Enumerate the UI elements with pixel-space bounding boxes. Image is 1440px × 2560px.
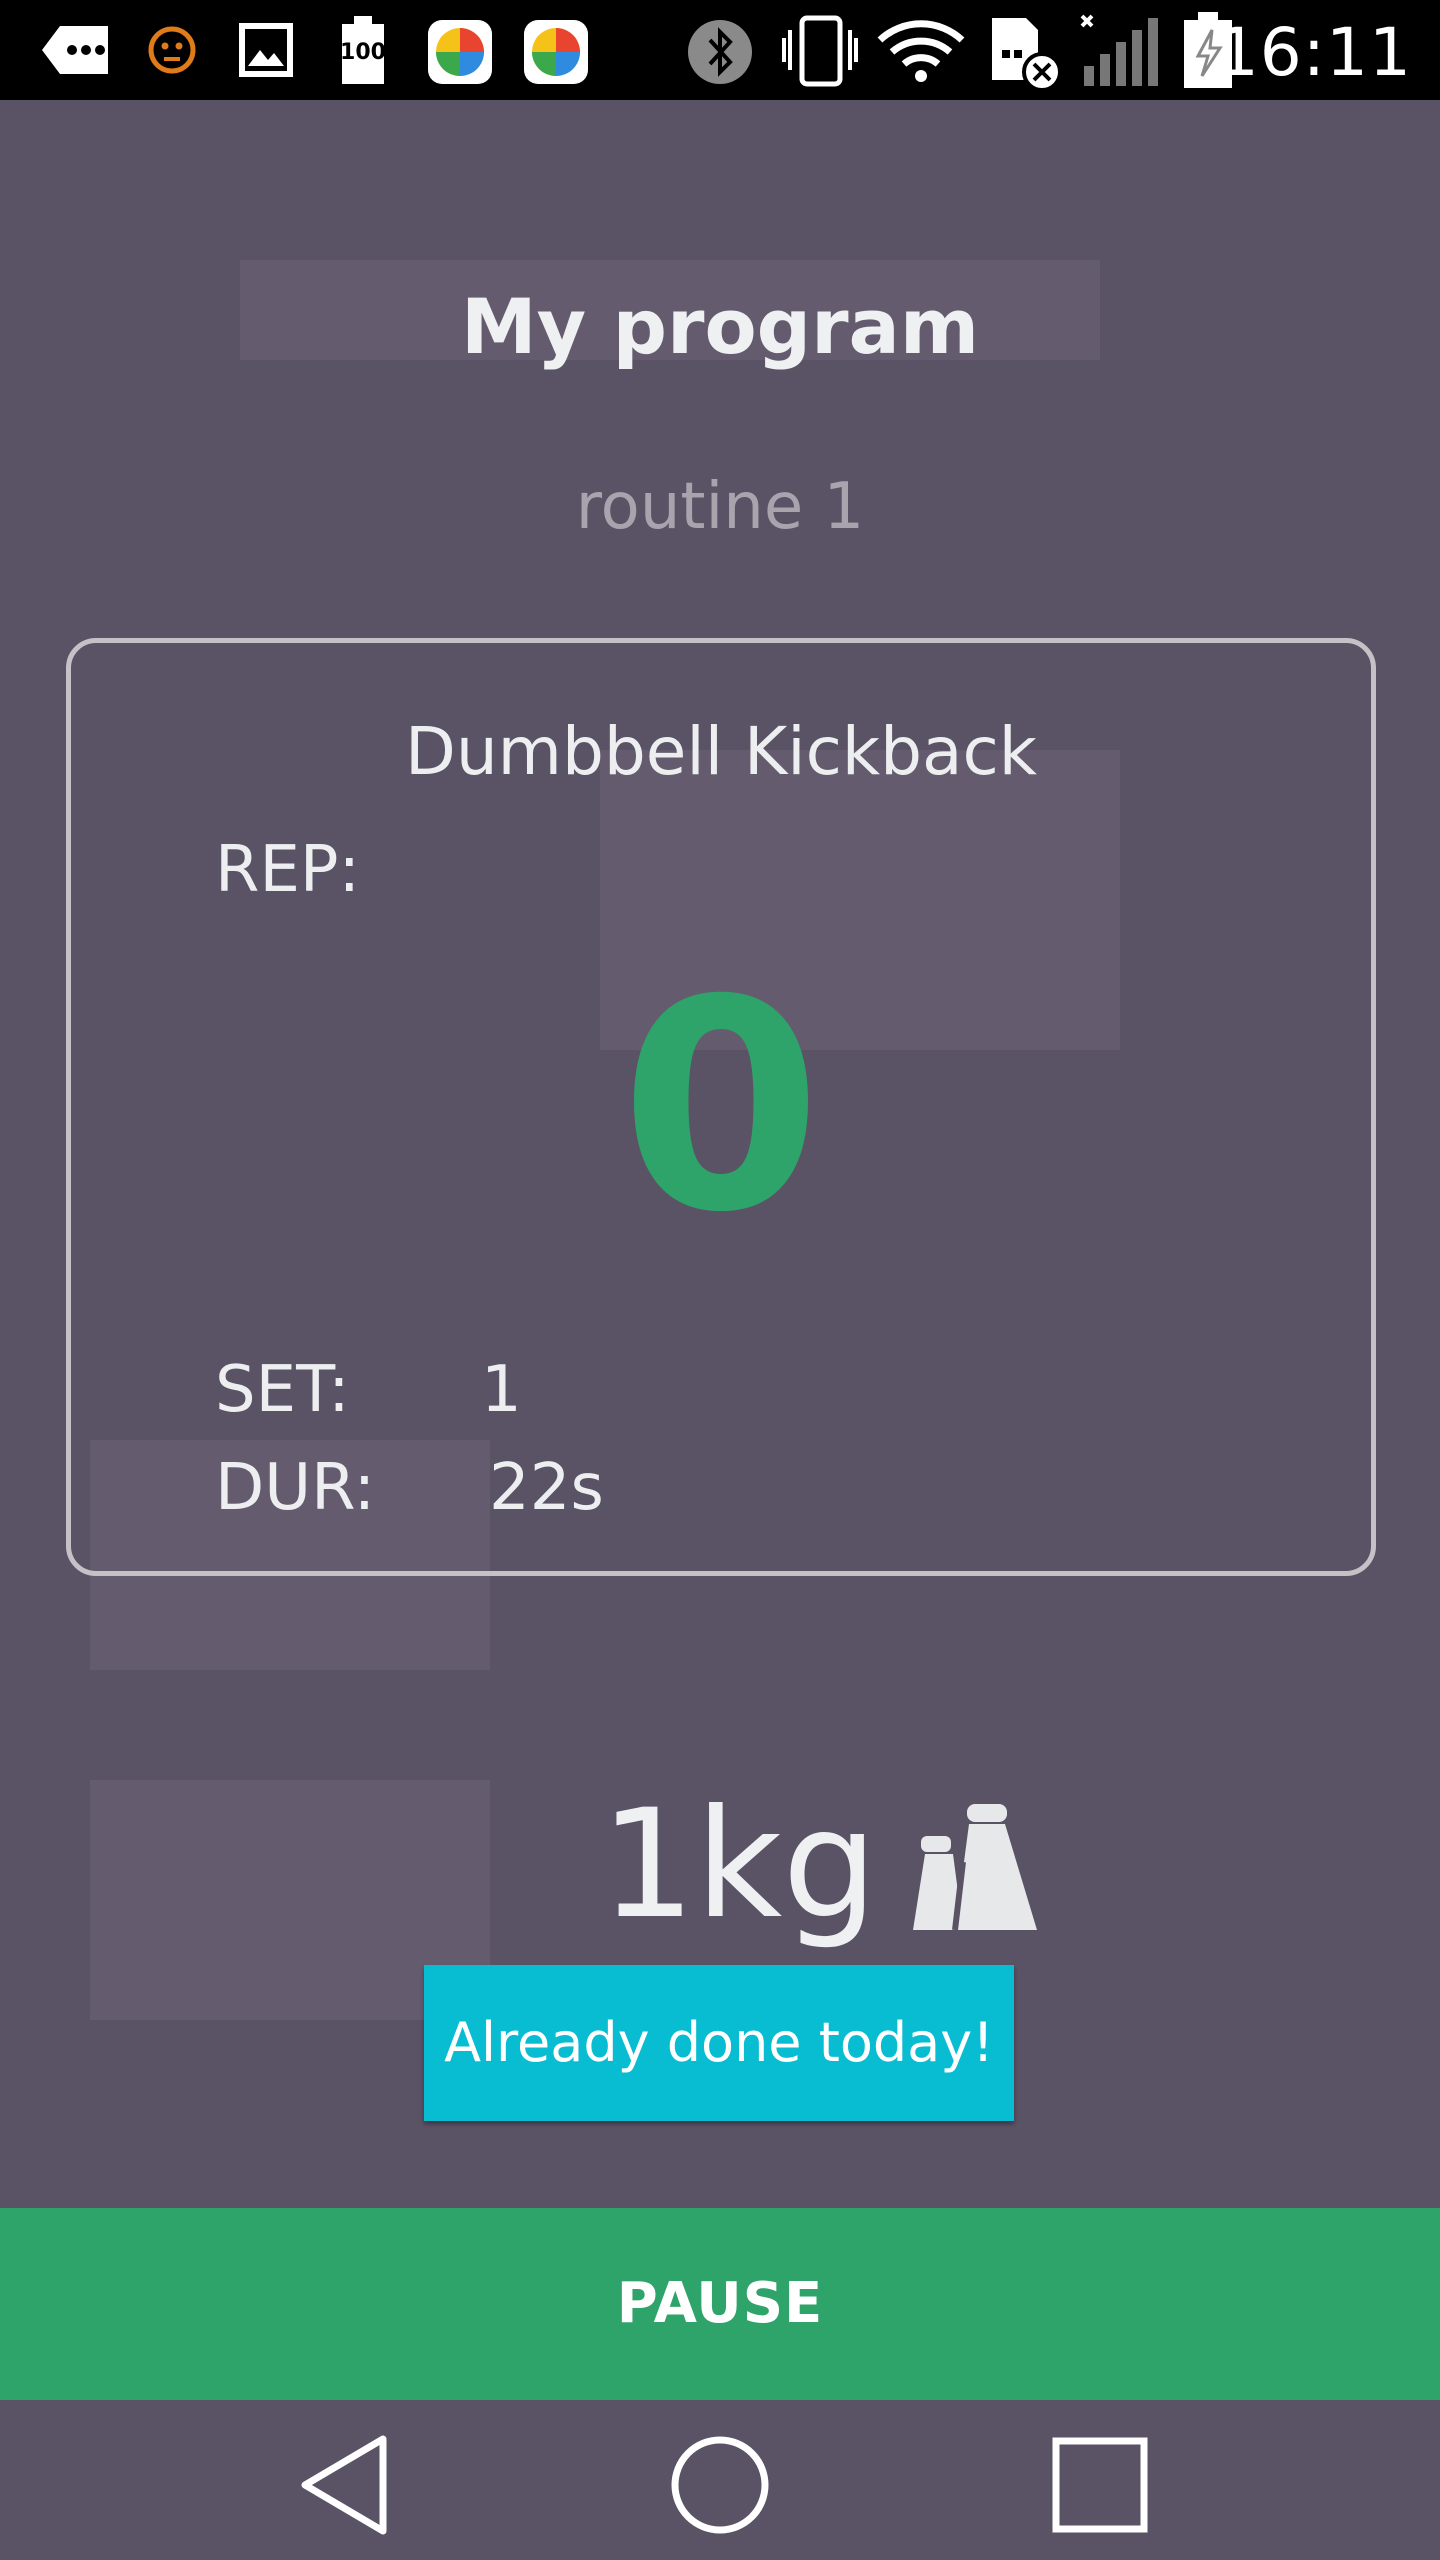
back-icon[interactable] bbox=[290, 2430, 400, 2540]
bluetooth-icon bbox=[682, 18, 758, 86]
rep-label: REP: bbox=[215, 833, 361, 907]
wifi-icon bbox=[876, 20, 966, 84]
duration-value: 22s bbox=[489, 1451, 604, 1525]
app-ball-icon bbox=[522, 18, 590, 86]
weight-value: 1kg bbox=[600, 1778, 878, 1952]
set-value: 1 bbox=[481, 1353, 522, 1427]
set-label: SET: bbox=[215, 1353, 350, 1427]
already-done-button[interactable]: Already done today! bbox=[424, 1965, 1014, 2121]
pause-button[interactable]: PAUSE bbox=[0, 2208, 1440, 2400]
navigation-bar bbox=[0, 2400, 1440, 2560]
app-ball-icon bbox=[426, 18, 494, 86]
status-bar: 100 16:11 bbox=[0, 0, 1440, 100]
recents-icon[interactable] bbox=[1045, 2430, 1155, 2540]
rep-counter: 0 bbox=[620, 939, 822, 1276]
page-title: My program bbox=[460, 282, 980, 371]
signal-icon bbox=[1080, 12, 1164, 88]
sim-error-icon bbox=[986, 14, 1066, 94]
gallery-icon bbox=[236, 20, 296, 80]
routine-name: routine 1 bbox=[575, 470, 865, 544]
more-icon bbox=[40, 22, 112, 78]
status-time: 16:11 bbox=[1216, 14, 1412, 91]
exercise-name: Dumbbell Kickback bbox=[405, 713, 1037, 790]
battery-badge: 100 bbox=[340, 40, 386, 65]
vibrate-icon bbox=[780, 14, 860, 88]
weights-icon bbox=[905, 1802, 1043, 1938]
exercise-card: Dumbbell Kickback REP: 0 SET: 1 DUR: 22s bbox=[66, 638, 1376, 1576]
battery-100-icon: 100 bbox=[338, 14, 388, 86]
home-icon[interactable] bbox=[665, 2430, 775, 2540]
face-icon bbox=[146, 24, 198, 76]
duration-label: DUR: bbox=[215, 1451, 376, 1525]
